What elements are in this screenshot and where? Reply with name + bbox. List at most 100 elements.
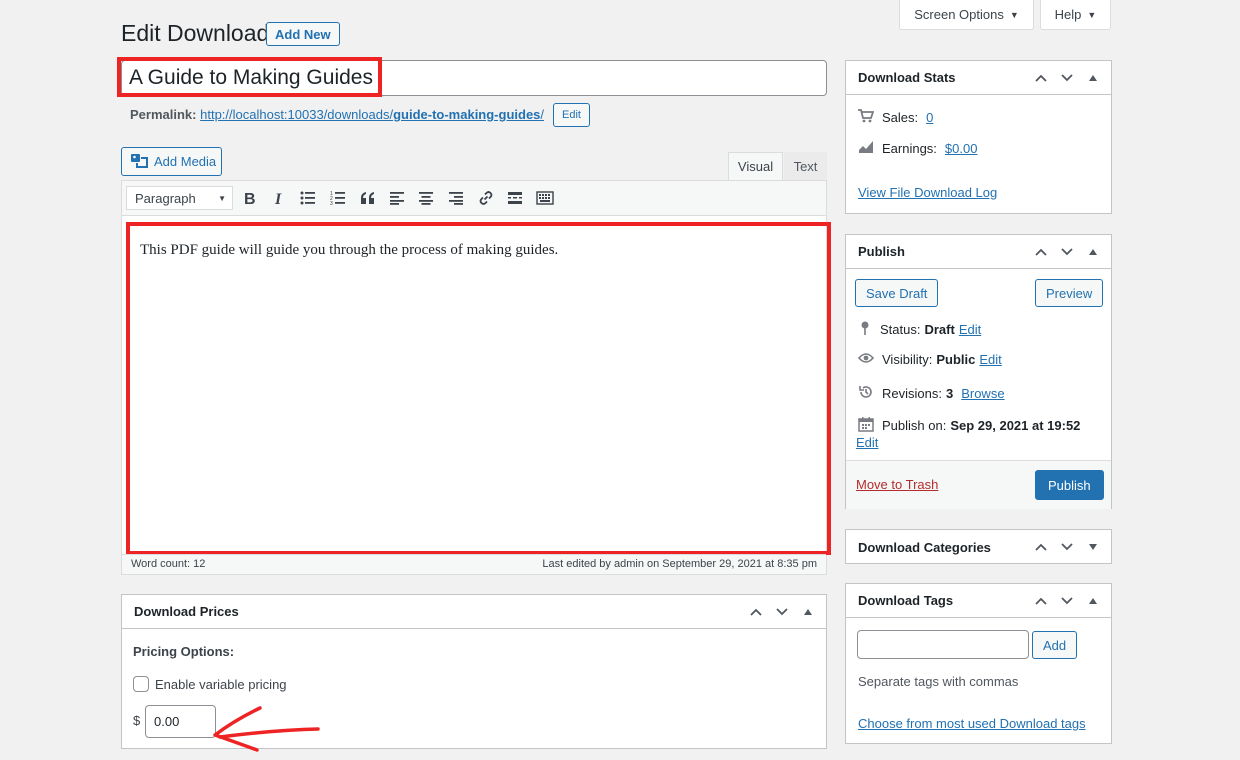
sales-row: Sales: 0 — [858, 109, 933, 126]
earnings-label: Earnings: — [882, 141, 937, 156]
add-tag-button[interactable]: Add — [1032, 631, 1078, 659]
help-label: Help — [1054, 7, 1082, 22]
earnings-value-link[interactable]: $0.00 — [945, 141, 978, 156]
caret-down-icon: ▼ — [218, 193, 226, 203]
sales-value-link[interactable]: 0 — [926, 110, 933, 125]
chevron-up-icon[interactable] — [1033, 74, 1049, 82]
word-count: Word count: 12 — [131, 558, 206, 570]
editor-container — [121, 180, 827, 575]
link-icon[interactable] — [476, 188, 496, 208]
toggle-panel-icon[interactable] — [1085, 75, 1101, 81]
chevron-down-icon[interactable] — [774, 608, 790, 616]
screen-options-button[interactable]: Screen Options ▼ — [899, 0, 1034, 30]
blockquote-icon[interactable] — [358, 188, 378, 208]
tags-hint: Separate tags with commas — [858, 674, 1019, 689]
variable-pricing-checkbox[interactable] — [133, 676, 149, 692]
svg-text:B: B — [244, 191, 256, 206]
page-title: Edit Download — [121, 20, 270, 46]
post-title-text: A Guide to Making Guides — [129, 66, 373, 89]
status-edit-link[interactable]: Edit — [959, 322, 981, 337]
download-stats-panel: Download Stats Sales: 0 Earnings: $0.00 … — [845, 60, 1112, 214]
add-new-button[interactable]: Add New — [266, 22, 340, 46]
chevron-down-icon[interactable] — [1059, 597, 1075, 605]
publish-on-value: Sep 29, 2021 at 19:52 — [950, 418, 1081, 433]
tab-visual[interactable]: Visual — [728, 152, 783, 180]
eye-icon — [857, 352, 875, 367]
screen-options-label: Screen Options — [914, 7, 1004, 22]
permalink: Permalink: http://localhost:10033/downlo… — [130, 107, 544, 122]
chevron-up-icon[interactable] — [1033, 248, 1049, 256]
caret-down-icon: ▼ — [1009, 9, 1019, 20]
permalink-trail: / — [540, 107, 545, 122]
price-value: 0.00 — [154, 714, 180, 729]
chevron-down-icon[interactable] — [1059, 543, 1075, 551]
align-left-icon[interactable] — [387, 188, 407, 208]
chevron-up-icon[interactable] — [1033, 543, 1049, 551]
history-icon — [858, 384, 874, 403]
publish-date-edit-link[interactable]: Edit — [856, 435, 878, 450]
toggle-panel-icon[interactable] — [1085, 598, 1101, 604]
download-categories-panel: Download Categories — [845, 529, 1112, 564]
editor-status-bar: Word count: 12 Last edited by admin on S… — [122, 554, 826, 574]
format-select[interactable]: Paragraph ▼ — [126, 186, 233, 210]
preview-button[interactable]: Preview — [1035, 279, 1104, 307]
toggle-panel-icon[interactable] — [800, 609, 816, 615]
sales-label: Sales: — [882, 110, 919, 125]
earnings-row: Earnings: $0.00 — [858, 140, 977, 157]
align-right-icon[interactable] — [446, 188, 466, 208]
download-prices-title: Download Prices — [134, 604, 239, 619]
caret-down-icon: ▼ — [1087, 9, 1097, 20]
visibility-edit-link[interactable]: Edit — [979, 352, 1001, 367]
download-stats-header: Download Stats — [846, 61, 1111, 95]
status-label: Status: — [880, 322, 921, 337]
publish-on-row: Publish on: Sep 29, 2021 at 19:52 — [858, 416, 1080, 435]
revisions-label: Revisions: — [882, 386, 942, 401]
toolbar-toggle-icon[interactable] — [535, 188, 555, 208]
browse-revisions-link[interactable]: Browse — [961, 386, 1004, 401]
pin-icon — [858, 320, 872, 339]
chevron-down-icon[interactable] — [1059, 74, 1075, 82]
tag-input[interactable] — [857, 630, 1029, 659]
numbered-list-icon[interactable]: 123 — [328, 188, 348, 208]
cart-icon — [858, 109, 875, 126]
chevron-down-icon[interactable] — [1059, 248, 1075, 256]
revisions-row: Revisions: 3 Browse — [858, 384, 1005, 403]
toggle-panel-icon[interactable] — [1085, 249, 1101, 255]
publish-actions: Move to Trash Publish — [846, 460, 1111, 509]
bold-icon[interactable]: B — [240, 188, 260, 208]
download-stats-title: Download Stats — [858, 70, 956, 85]
format-select-value: Paragraph — [135, 190, 196, 206]
permalink-base: http://localhost:10033/downloads/ — [200, 107, 394, 122]
download-categories-header[interactable]: Download Categories — [846, 530, 1111, 564]
visibility-value: Public — [936, 352, 976, 367]
bulleted-list-icon[interactable] — [298, 188, 318, 208]
permalink-edit-button[interactable]: Edit — [553, 103, 590, 127]
download-categories-title: Download Categories — [858, 539, 991, 555]
move-to-trash-link[interactable]: Move to Trash — [856, 477, 938, 492]
calendar-icon — [858, 416, 874, 435]
status-row: Status: Draft Edit — [858, 320, 981, 339]
status-value: Draft — [924, 322, 955, 337]
editor-content[interactable]: This PDF guide will guide you through th… — [140, 242, 558, 259]
chevron-up-icon[interactable] — [748, 608, 764, 616]
variable-pricing-label: Enable variable pricing — [155, 677, 287, 692]
align-center-icon[interactable] — [416, 188, 436, 208]
view-download-log-link[interactable]: View File Download Log — [858, 185, 997, 200]
add-media-button[interactable]: Add Media — [121, 147, 222, 176]
publish-button[interactable]: Publish — [1035, 470, 1104, 500]
chevron-up-icon[interactable] — [1033, 597, 1049, 605]
help-button[interactable]: Help ▼ — [1040, 0, 1111, 30]
last-edited: Last edited by admin on September 29, 20… — [542, 558, 817, 570]
permalink-link[interactable]: http://localhost:10033/downloads/guide-t… — [200, 107, 544, 122]
download-tags-header: Download Tags — [846, 584, 1111, 618]
download-tags-title: Download Tags — [858, 593, 954, 608]
tab-text[interactable]: Text — [784, 152, 827, 180]
publish-panel: Publish Save Draft Preview Status: Draft… — [845, 234, 1112, 509]
most-used-tags-link[interactable]: Choose from most used Download tags — [858, 716, 1086, 731]
italic-icon[interactable]: I — [269, 188, 289, 208]
save-draft-button[interactable]: Save Draft — [855, 279, 939, 307]
add-media-label: Add Media — [154, 154, 217, 169]
read-more-icon[interactable] — [505, 188, 525, 208]
media-icon — [130, 152, 148, 171]
toggle-panel-icon[interactable] — [1085, 544, 1101, 550]
